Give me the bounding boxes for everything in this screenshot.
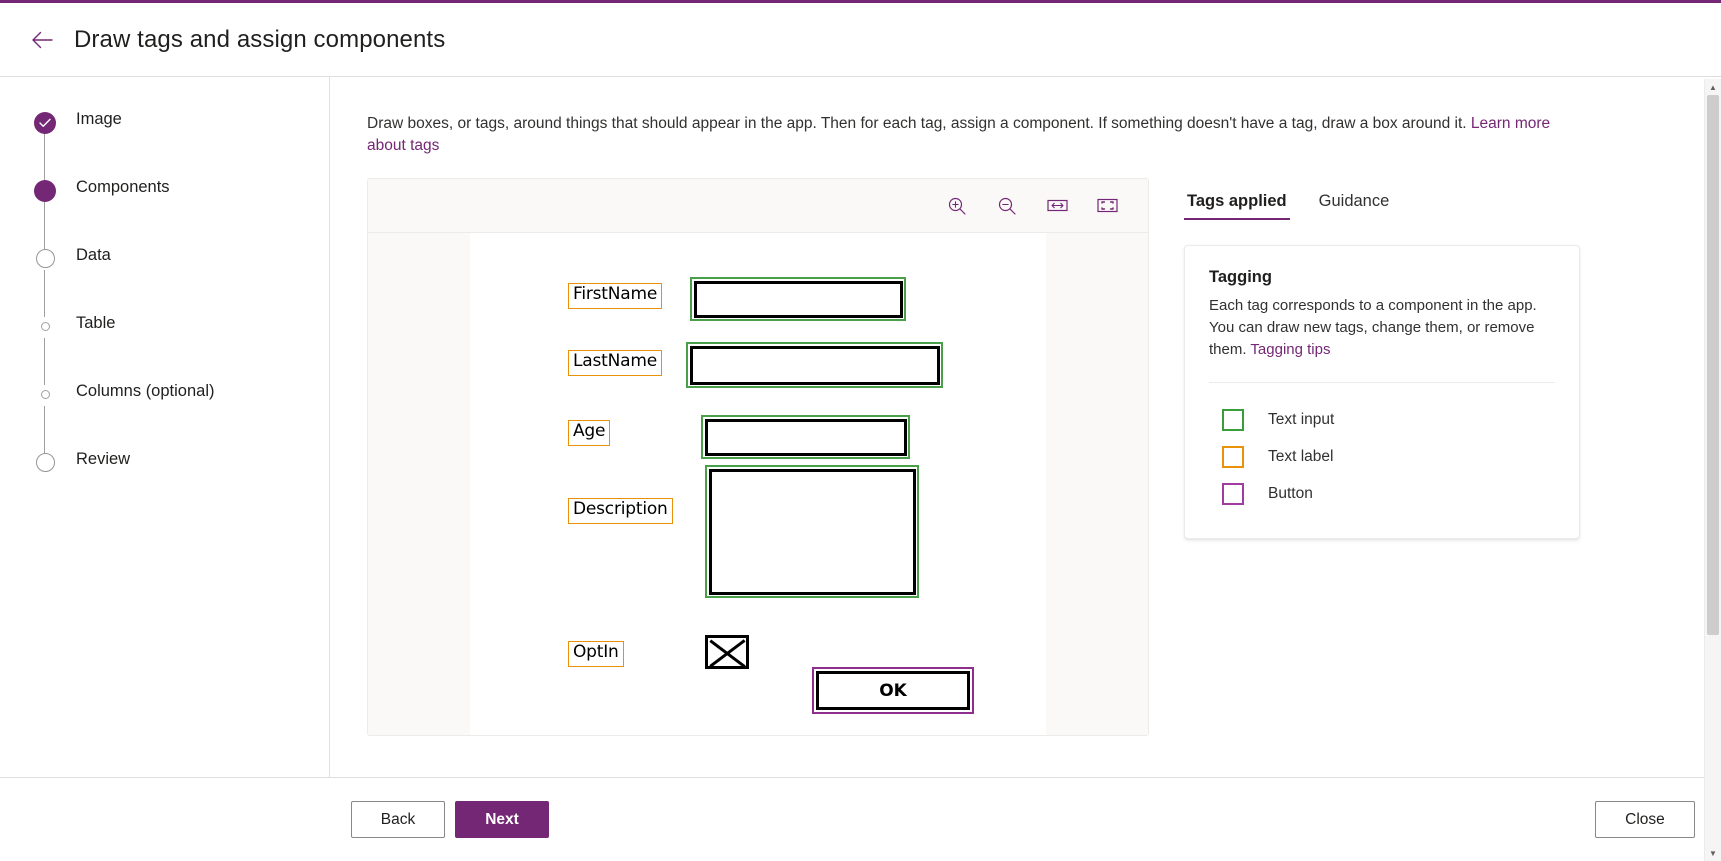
canvas-viewport[interactable]: FirstName LastName Age Description OptIn… [368, 233, 1148, 735]
tag-text-label[interactable]: OptIn [568, 641, 624, 667]
legend-swatch-text-label [1222, 445, 1244, 468]
tag-text-input[interactable] [690, 277, 906, 321]
legend-item-text-input: Text input [1209, 401, 1555, 438]
step-marker-done [34, 111, 56, 134]
page-title: Draw tags and assign components [74, 25, 446, 53]
small-circle-icon [40, 390, 50, 399]
sketched-form-image[interactable]: FirstName LastName Age Description OptIn… [470, 233, 1046, 735]
sidebar-item-label: Table [76, 314, 116, 332]
card-title: Tagging [1209, 268, 1272, 286]
sidebar-item-label: Review [76, 450, 131, 468]
card-description: Each tag corresponds to a component in t… [1209, 295, 1555, 361]
tagging-tips-link[interactable]: Tagging tips [1250, 341, 1330, 358]
footer-action-bar: Back Next Close [0, 777, 1721, 861]
tag-text-label[interactable]: FirstName [568, 283, 663, 309]
tab-guidance[interactable]: Guidance [1316, 188, 1393, 220]
footer-inner: Back Next Close [330, 801, 1721, 838]
sidebar-item-label: Components [76, 178, 170, 196]
small-circle-icon [40, 322, 50, 331]
sketch-checkbox-optin[interactable] [705, 635, 749, 669]
tagging-card: Tagging Each tag corresponds to a compon… [1184, 245, 1580, 539]
legend-label: Text input [1268, 410, 1335, 428]
legend-swatch-button [1222, 482, 1244, 505]
tags-panel: Tags applied Guidance Tagging Each tag c… [1149, 178, 1699, 736]
sidebar-item-label: Data [76, 246, 111, 264]
instructions-text: Draw boxes, or tags, around things that … [367, 115, 1471, 132]
tag-text-input[interactable] [701, 415, 910, 459]
tag-text-input[interactable] [686, 342, 943, 388]
wizard-step-sidebar: Image Components Data Table Columns (opt… [0, 77, 330, 777]
sketch-button-ok[interactable]: OK [812, 667, 974, 714]
sidebar-item-columns[interactable]: Columns (optional) [34, 382, 329, 451]
sketch-input-lastname[interactable] [686, 342, 943, 388]
fit-page-icon[interactable] [1092, 191, 1122, 221]
sidebar-item-table[interactable]: Table [34, 314, 329, 383]
sketch-row-optin[interactable]: OptIn [568, 641, 624, 667]
sidebar-item-components[interactable]: Components [34, 178, 329, 247]
instructions: Draw boxes, or tags, around things that … [367, 77, 1557, 157]
zoom-out-icon[interactable] [992, 191, 1022, 221]
legend-swatch-text-input [1222, 408, 1244, 431]
back-button[interactable]: Back [351, 801, 445, 838]
tag-text-label[interactable]: Age [568, 420, 611, 446]
sidebar-item-image[interactable]: Image [34, 110, 329, 179]
empty-circle-icon [35, 249, 55, 268]
tab-tags-applied[interactable]: Tags applied [1184, 188, 1290, 220]
canvas-scrollbar[interactable] [1140, 233, 1148, 735]
checkbox-crossed-icon[interactable] [705, 635, 749, 669]
check-icon [34, 112, 56, 134]
next-button[interactable]: Next [455, 801, 549, 838]
tag-text-input[interactable] [705, 465, 919, 598]
page-scrollbar[interactable]: ▲ ▼ [1704, 79, 1721, 861]
close-button[interactable]: Close [1595, 801, 1695, 838]
scroll-up-arrow-icon[interactable]: ▲ [1705, 79, 1721, 95]
sidebar-item-label: Image [76, 110, 122, 128]
scroll-down-arrow-icon[interactable]: ▼ [1705, 845, 1721, 861]
scrollbar-thumb[interactable] [1707, 95, 1719, 635]
image-canvas-panel: FirstName LastName Age Description OptIn… [367, 178, 1149, 736]
step-marker-next [34, 451, 56, 472]
page-header: Draw tags and assign components [0, 3, 1721, 76]
sidebar-item-label: Columns (optional) [76, 382, 215, 400]
legend-item-button: Button [1209, 475, 1555, 512]
sidebar-item-data[interactable]: Data [34, 246, 329, 315]
zoom-in-icon[interactable] [942, 191, 972, 221]
filled-circle-icon [34, 180, 56, 202]
sidebar-item-review[interactable]: Review [34, 450, 329, 519]
canvas-toolbar [368, 179, 1148, 233]
wizard-window: Draw tags and assign components Image Co… [0, 0, 1721, 861]
empty-circle-icon [35, 453, 55, 472]
tag-button[interactable]: OK [812, 667, 974, 714]
sketch-row-firstname[interactable]: FirstName [568, 283, 663, 309]
back-arrow-icon[interactable] [24, 22, 60, 58]
sketch-input-description[interactable] [705, 465, 919, 598]
sketch-row-age[interactable]: Age [568, 420, 611, 446]
work-area: FirstName LastName Age Description OptIn… [367, 178, 1699, 736]
tag-text-label[interactable]: Description [568, 498, 673, 524]
legend-label: Text label [1268, 447, 1334, 465]
sketch-input-firstname[interactable] [690, 277, 906, 321]
wizard-body: Image Components Data Table Columns (opt… [0, 76, 1721, 777]
sketch-row-description[interactable]: Description [568, 498, 673, 524]
sketch-button-label: OK [816, 671, 970, 710]
legend-item-text-label: Text label [1209, 438, 1555, 475]
fit-width-icon[interactable] [1042, 191, 1072, 221]
card-divider [1209, 382, 1555, 383]
main-content: Draw boxes, or tags, around things that … [330, 77, 1721, 777]
sketch-rectangle [704, 418, 907, 456]
sketch-rectangle [689, 345, 940, 385]
sketch-rectangle [708, 468, 916, 595]
tabs: Tags applied Guidance [1184, 178, 1699, 220]
step-marker-current [34, 179, 56, 202]
sketch-input-age[interactable] [701, 415, 910, 459]
step-marker-upcoming [34, 315, 56, 331]
step-marker-upcoming [34, 383, 56, 399]
sketch-row-lastname[interactable]: LastName [568, 350, 662, 376]
tag-text-label[interactable]: LastName [568, 350, 662, 376]
sketch-rectangle [693, 280, 903, 318]
step-marker-next [34, 247, 56, 268]
legend-label: Button [1268, 484, 1313, 502]
